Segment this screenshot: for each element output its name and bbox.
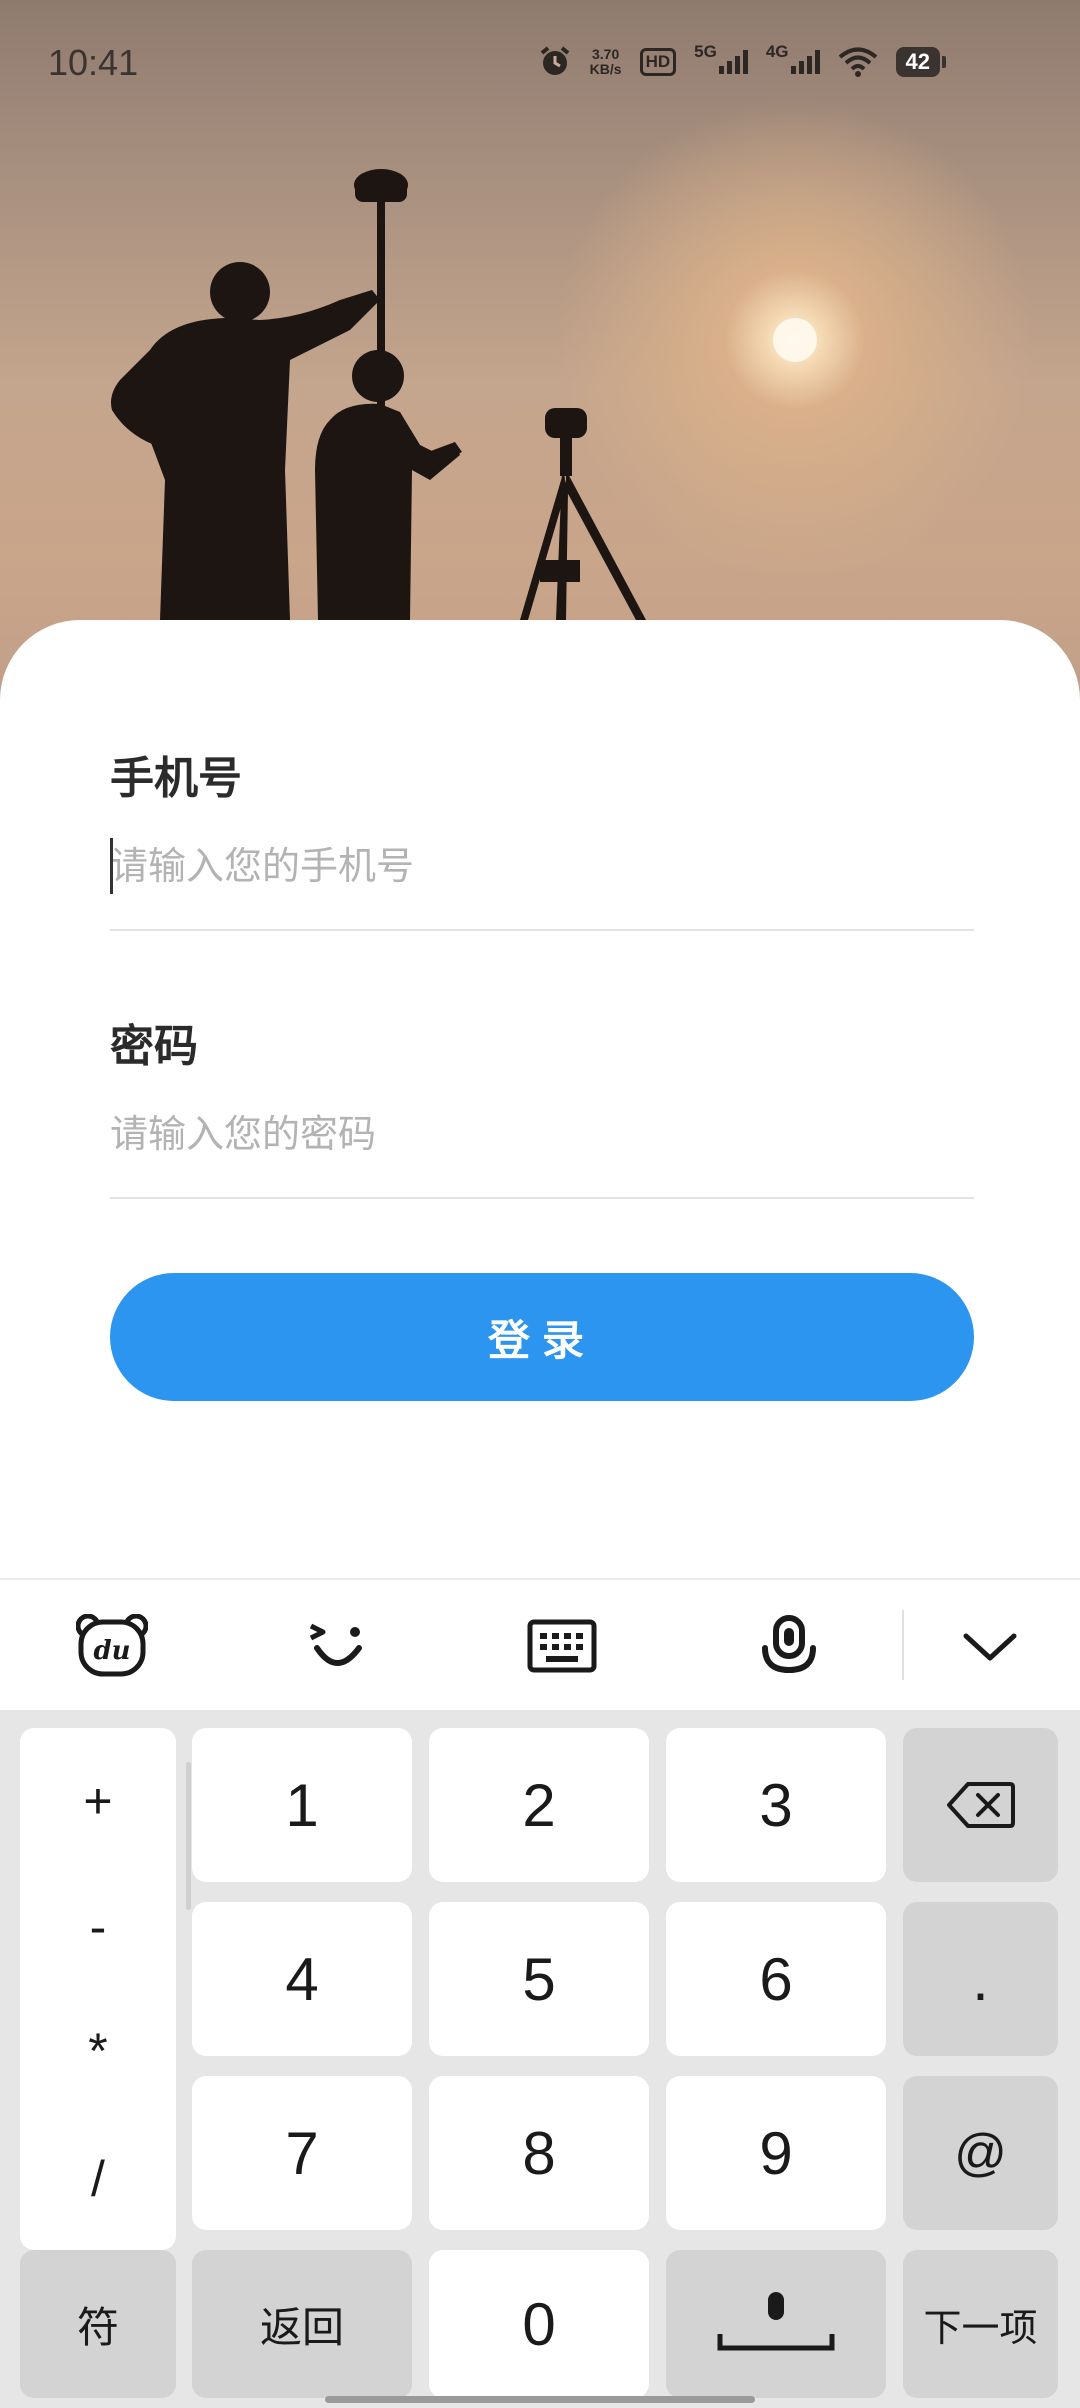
symbol-key-minus[interactable]: -: [20, 1898, 176, 1956]
password-label: 密码: [110, 1021, 198, 1072]
key-dot[interactable]: .: [903, 1902, 1058, 2056]
status-icons: 3.70 KB/s HD 5G 4G 42: [538, 42, 947, 82]
text-caret: [110, 838, 113, 894]
symbol-key-asterisk[interactable]: *: [20, 2022, 176, 2080]
chevron-down-icon[interactable]: [950, 1608, 1030, 1684]
symbols-key[interactable]: 符: [20, 2250, 176, 2398]
key-9[interactable]: 9: [666, 2076, 886, 2230]
signal-bars-icon: [718, 50, 748, 74]
network-speed: 3.70 KB/s: [590, 47, 622, 77]
phone-input[interactable]: [110, 826, 974, 906]
home-indicator[interactable]: [325, 2396, 755, 2403]
space-mic-icon: [717, 2292, 835, 2351]
key-at[interactable]: @: [903, 2076, 1058, 2230]
hd-label: HD: [639, 48, 677, 76]
battery-level: 42: [895, 47, 947, 77]
status-time: 10:41: [48, 42, 139, 83]
key-5[interactable]: 5: [429, 1902, 649, 2056]
key-4[interactable]: 4: [192, 1902, 412, 2056]
phone-underline: [110, 929, 974, 931]
password-input[interactable]: [110, 1094, 974, 1174]
backspace-icon: [946, 1782, 1015, 1828]
login-card: 手机号 密码: [0, 620, 1080, 1580]
key-6[interactable]: 6: [666, 1902, 886, 2056]
symbol-key-slash[interactable]: /: [20, 2150, 176, 2208]
alarm-icon: [538, 45, 572, 79]
symbol-column[interactable]: + - * /: [20, 1728, 191, 2250]
cell-signal-5g: 5G: [694, 42, 748, 74]
login-button[interactable]: 登录: [110, 1273, 974, 1401]
key-1[interactable]: 1: [192, 1728, 412, 1882]
network-speed-unit: KB/s: [589, 61, 622, 77]
password-underline: [110, 1197, 974, 1199]
symbol-key-plus[interactable]: +: [20, 1772, 176, 1830]
du-bear-logo-icon[interactable]: du: [72, 1608, 152, 1684]
microphone-icon[interactable]: [749, 1608, 829, 1684]
key-0[interactable]: 0: [429, 2250, 649, 2398]
back-key[interactable]: 返回: [192, 2250, 412, 2398]
signal-5g-label: 5G: [694, 42, 717, 61]
toolbar-divider: [902, 1610, 904, 1680]
key-8[interactable]: 8: [429, 2076, 649, 2230]
next-field-key[interactable]: 下一项: [903, 2250, 1058, 2398]
battery-icon: 42: [895, 47, 947, 77]
numeric-keyboard: + - * / 1 2 3 4 5 6 . 7 8 9 @ 符 返回 0 下一项: [0, 1710, 1080, 2408]
wifi-icon: [838, 46, 878, 78]
symbol-scrollbar: [186, 1762, 191, 1910]
cell-signal-4g: 4G: [766, 42, 820, 74]
network-speed-value: 3.70: [592, 46, 620, 62]
keyboard-toolbar: du: [0, 1578, 1080, 1710]
status-bar: 10:41 3.70 KB/s HD 5G 4G 42: [0, 0, 1080, 126]
key-3[interactable]: 3: [666, 1728, 886, 1882]
backspace-key[interactable]: [903, 1728, 1058, 1882]
keyboard-icon[interactable]: [522, 1608, 602, 1684]
du-bear-text: du: [93, 1636, 130, 1666]
signal-bars-icon: [790, 50, 820, 74]
space-voice-key[interactable]: [666, 2250, 886, 2398]
emoji-face-icon[interactable]: [297, 1608, 377, 1684]
hd-voice-indicator: HD: [639, 48, 677, 76]
phone-label: 手机号: [110, 753, 242, 804]
key-7[interactable]: 7: [192, 2076, 412, 2230]
key-2[interactable]: 2: [429, 1728, 649, 1882]
signal-4g-label: 4G: [765, 42, 789, 61]
